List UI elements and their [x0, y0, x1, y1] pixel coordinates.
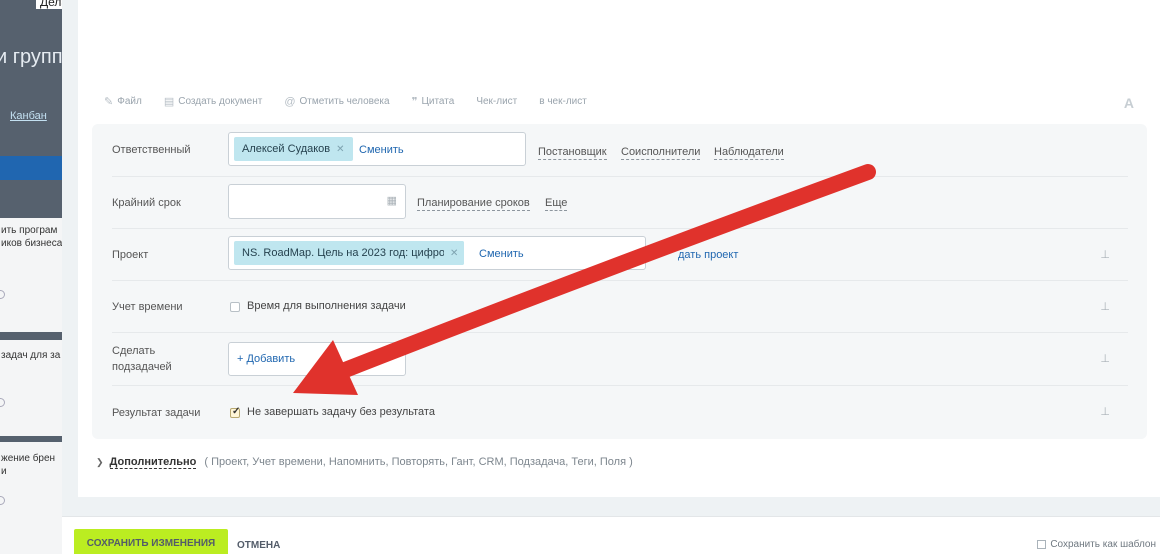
task-result-label: Результат задачи	[112, 407, 201, 419]
create-project-link[interactable]: дать проект	[678, 249, 738, 261]
background-card-text: и	[1, 466, 7, 477]
background-blue-bar	[0, 156, 62, 180]
row-project: Проект NS. RoadMap. Цель на 2023 год: ци…	[112, 229, 1128, 281]
background-tab-kanban[interactable]: Канбан	[10, 110, 47, 122]
pin-icon[interactable]: ⊥	[1100, 352, 1110, 365]
background-radio	[0, 496, 5, 505]
chevron-down-icon: ❯	[96, 457, 104, 467]
quote-icon: ❞	[411, 96, 418, 108]
background-card-text: ить програм	[1, 225, 58, 236]
toolbar-file-button[interactable]: ✎ Файл	[104, 95, 142, 108]
row-deadline: Крайний срок ▦ Планирование сроков Еще	[112, 177, 1128, 229]
deadline-input[interactable]: ▦	[228, 184, 406, 219]
pin-icon[interactable]: ⊥	[1100, 300, 1110, 313]
calendar-icon[interactable]: ▦	[387, 194, 397, 207]
paperclip-icon: ✎	[104, 96, 114, 108]
toolbar-quote-button[interactable]: ❞ Цитата	[412, 95, 455, 108]
background-radio	[0, 398, 5, 407]
time-tracking-checkbox-label: Время для выполнения задачи	[247, 300, 406, 312]
responsible-change-link[interactable]: Сменить	[359, 144, 404, 156]
remove-tag-icon[interactable]: ✕	[444, 241, 465, 265]
background-page: Дела и групп Канбан ить програм иков биз…	[0, 0, 62, 554]
row-task-result: Результат задачи Не завершать задачу без…	[112, 386, 1128, 439]
toolbar-to-checklist-button[interactable]: в чек-лист	[539, 96, 587, 107]
time-tracking-checkbox[interactable]	[230, 302, 240, 312]
document-icon: ▤	[163, 96, 175, 108]
background-radio	[0, 290, 5, 299]
row-subtask: Сделать подзадачей + Добавить ⊥	[112, 333, 1128, 386]
subtask-field[interactable]: + Добавить	[228, 342, 406, 376]
background-card: жение брен и	[0, 442, 62, 554]
footer-action-bar: СОХРАНИТЬ ИЗМЕНЕНИЯ ОТМЕНА Сохранить как…	[62, 516, 1160, 554]
row-responsible: Ответственный Алексей Судаков ✕ Сменить П…	[112, 124, 1128, 177]
mention-icon: @	[284, 95, 296, 108]
task-edit-panel: ✎ Файл ▤ Создать документ @ Отметить чел…	[78, 0, 1160, 497]
font-format-icon[interactable]: A	[1124, 95, 1134, 111]
link-time-planning[interactable]: Планирование сроков	[417, 197, 530, 211]
task-result-checkbox[interactable]	[230, 406, 240, 418]
toolbar-create-document-button[interactable]: ▤ Создать документ	[164, 95, 263, 108]
toolbar-label: Цитата	[421, 96, 455, 107]
link-observers[interactable]: Наблюдатели	[714, 146, 784, 160]
row-time-tracking: Учет времени Время для выполнения задачи…	[112, 281, 1128, 333]
responsible-label: Ответственный	[112, 144, 191, 156]
link-more[interactable]: Еще	[545, 197, 568, 211]
toolbar-label: Файл	[117, 96, 142, 107]
task-result-checkbox-label: Не завершать задачу без результата	[247, 406, 435, 418]
background-card-text: задач для за	[1, 350, 61, 361]
project-label: Проект	[112, 249, 149, 261]
save-as-template-option[interactable]: Сохранить как шаблон	[1037, 539, 1156, 550]
responsible-tag: Алексей Судаков ✕	[234, 137, 353, 161]
deadline-label: Крайний срок	[112, 197, 181, 209]
toolbar-label: Чек-лист	[476, 96, 518, 107]
toolbar-label: в чек-лист	[539, 96, 587, 107]
save-changes-button[interactable]: СОХРАНИТЬ ИЗМЕНЕНИЯ	[74, 529, 228, 554]
responsible-field[interactable]: Алексей Судаков ✕ Сменить	[228, 132, 526, 166]
subtask-label: Сделать подзадачей	[112, 345, 172, 373]
toolbar-mention-button[interactable]: @ Отметить человека	[284, 96, 389, 108]
toolbar-label: Отметить человека	[299, 96, 390, 107]
toolbar-checklist-button[interactable]: Чек-лист	[476, 96, 517, 107]
background-card: ить програм иков бизнеса	[0, 218, 62, 332]
project-field[interactable]: NS. RoadMap. Цель на 2023 год: цифрова ✕…	[228, 236, 646, 270]
pin-icon[interactable]: ⊥	[1100, 405, 1110, 418]
background-card-text: иков бизнеса	[1, 238, 62, 249]
add-subtask-button[interactable]: + Добавить	[237, 353, 295, 365]
editor-toolbar: ✎ Файл ▤ Создать документ @ Отметить чел…	[104, 95, 587, 109]
pin-icon[interactable]: ⊥	[1100, 248, 1110, 261]
save-as-template-label: Сохранить как шаблон	[1050, 539, 1156, 550]
background-heading: и групп	[0, 46, 62, 68]
link-creator[interactable]: Постановщик	[538, 146, 607, 160]
save-as-template-checkbox[interactable]	[1037, 540, 1047, 549]
background-top-text: Дела	[36, 0, 62, 9]
additional-items: ( Проект, Учет времени, Напомнить, Повто…	[204, 456, 633, 468]
background-card-text: жение брен	[1, 453, 56, 464]
responsible-tag-label: Алексей Судаков	[242, 143, 331, 155]
project-tag: NS. RoadMap. Цель на 2023 год: цифрова	[234, 241, 464, 265]
toolbar-label: Создать документ	[178, 96, 263, 107]
background-card: задач для за	[0, 340, 62, 436]
project-tag-label: NS. RoadMap. Цель на 2023 год: цифрова	[242, 247, 457, 259]
link-coexecutors[interactable]: Соисполнители	[621, 146, 701, 160]
additional-title: Дополнительно	[109, 456, 197, 469]
remove-tag-icon[interactable]: ✕	[336, 144, 344, 155]
time-tracking-label: Учет времени	[112, 301, 183, 313]
project-change-link[interactable]: Сменить	[479, 248, 524, 260]
cancel-button[interactable]: ОТМЕНА	[237, 540, 280, 551]
additional-fields-toggle[interactable]: ❯ Дополнительно ( Проект, Учет времени, На…	[96, 456, 633, 469]
task-fields-form: Ответственный Алексей Судаков ✕ Сменить П…	[92, 124, 1147, 439]
